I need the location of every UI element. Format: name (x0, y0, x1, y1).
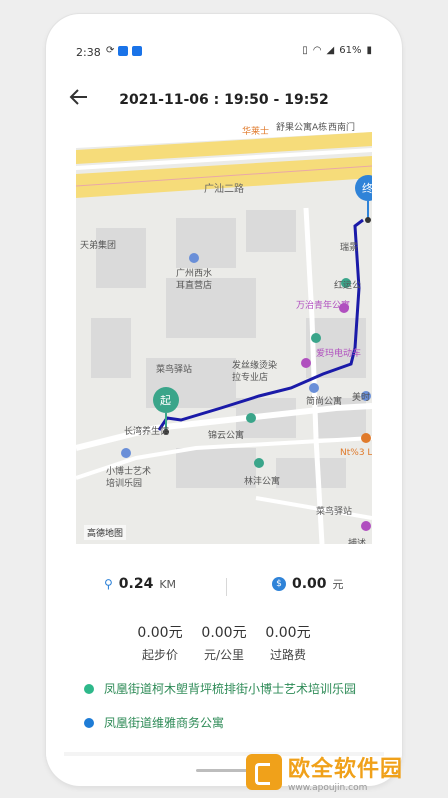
distance-stat: ⚲ 0.24 KM (104, 576, 176, 592)
phone-frame: 2:38 ⟳ ▯ ◠ ◢ 61% ▮ 2021-11-06 : 19:50 - … (46, 14, 402, 786)
end-pin-label: 终 (362, 182, 372, 195)
map-label: 耳直营店 (176, 281, 213, 291)
map-label: 华莱士 (242, 127, 270, 137)
map-label: 舒果公寓A栋 (276, 123, 328, 133)
map-label: 捕述 (348, 539, 367, 544)
start-address: 凤凰街道柯木塱背坪梳排街小博士艺术培训乐园 (84, 680, 356, 697)
status-bar: 2:38 ⟳ ▯ ◠ ◢ 61% ▮ (46, 42, 402, 64)
map-label: 红运公 (334, 281, 362, 291)
map-label: 培训乐园 (106, 479, 143, 489)
map-view[interactable]: 华莱士 舒果公寓A栋 西南门 广汕二路 天弟集团 广州西水 耳直营店 瑞景 红运… (76, 118, 372, 544)
watermark-logo-icon (246, 754, 282, 790)
end-address-text: 凤凰街道维雅商务公寓 (104, 716, 225, 730)
map-road-label: 广汕二路 (204, 184, 244, 195)
sync-icon: ⟳ (106, 45, 115, 56)
fee-value: 0.00元 (265, 625, 311, 641)
status-right: ▯ ◠ ◢ 61% ▮ (302, 45, 372, 56)
map-label: 林沣公寓 (244, 477, 281, 487)
app-notification-icon (118, 45, 129, 56)
start-pin-label: 起 (160, 394, 171, 407)
map-label: 长湾养生馆 (124, 427, 170, 437)
watermark-title: 欧全软件园 (288, 757, 404, 782)
coin-icon: $ (272, 577, 286, 591)
start-dot-icon (84, 683, 94, 694)
fee-value: 0.00元 (201, 625, 247, 641)
map-provider-logo: 高德地图 (84, 525, 127, 540)
start-address-text: 凤凰街道柯木塱背坪梳排街小博士艺术培训乐园 (104, 682, 357, 696)
map-label: 爱玛电动车 (316, 349, 362, 359)
map-label: 锦云公寓 (208, 431, 245, 441)
money-unit: 元 (332, 578, 344, 591)
fee-label: 元/公里 (203, 648, 245, 662)
end-address: 凤凰街道维雅商务公寓 (84, 714, 224, 731)
distance-value: 0.24 (118, 576, 154, 592)
home-indicator[interactable] (196, 769, 252, 772)
map-label: 简尚公寓 (306, 397, 343, 407)
app-notification-icon-2 (132, 45, 143, 56)
map-label: 菜鸟驿站 (156, 365, 193, 375)
map-label: 美时 (352, 393, 371, 403)
fee-toll: 0.00元 过路费 (256, 622, 320, 663)
watermark: 欧全软件园 www.apoujin.com (246, 748, 446, 796)
distance-icon: ⚲ (104, 577, 113, 591)
fee-value: 0.00元 (137, 625, 183, 641)
header: 2021-11-06 : 19:50 - 19:52 (46, 78, 402, 118)
map-label: 拉专业店 (232, 373, 269, 383)
distance-unit: KM (159, 577, 177, 591)
map-label: 天弟集团 (80, 241, 117, 251)
money-value: 0.00 (292, 576, 327, 592)
end-dot-icon (84, 717, 94, 728)
map-label: Nt%3 Le (340, 448, 372, 458)
map-label: 瑞景 (340, 243, 359, 253)
status-app-icons: ⟳ (106, 45, 143, 56)
money-stat: $ 0.00 元 (272, 576, 344, 592)
vibrate-icon: ▯ (302, 45, 308, 56)
fee-breakdown: 0.00元 起步价 0.00元 元/公里 0.00元 过路费 (46, 622, 402, 662)
status-time: 2:38 (76, 46, 101, 59)
fee-per-km: 0.00元 元/公里 (192, 622, 256, 663)
trip-stats: ⚲ 0.24 KM $ 0.00 元 (46, 576, 402, 600)
page-title: 2021-11-06 : 19:50 - 19:52 (119, 92, 329, 108)
stats-divider (226, 578, 227, 596)
battery-percent: 61% (339, 45, 362, 56)
wifi-icon: ◠ (312, 45, 322, 56)
map-label: 菜鸟驿站 (316, 507, 353, 517)
fee-start: 0.00元 起步价 (128, 622, 192, 663)
map-label: 万治青年公寓 (296, 301, 351, 311)
fee-label: 过路费 (269, 648, 306, 662)
signal-icon: ◢ (326, 45, 335, 56)
battery-icon: ▮ (366, 45, 372, 56)
map-label: 西南门 (328, 123, 356, 133)
watermark-url: www.apoujin.com (288, 783, 368, 793)
fee-label: 起步价 (141, 648, 178, 662)
